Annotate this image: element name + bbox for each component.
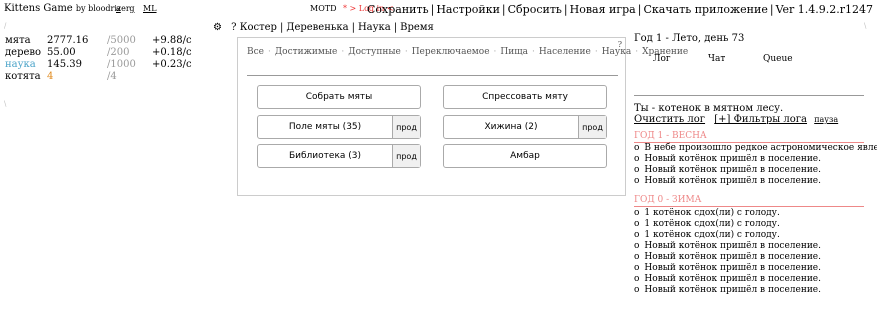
corner-mark: / bbox=[4, 22, 7, 30]
tab-chat[interactable]: Чат bbox=[708, 54, 725, 64]
version-text: Ver 1.4.9.2.r1247 bbox=[775, 3, 873, 16]
resource-name[interactable]: мята bbox=[5, 35, 31, 46]
tab-time[interactable]: Время bbox=[400, 22, 434, 33]
top-links: a g ML bbox=[116, 4, 163, 13]
pause-link[interactable]: пауза bbox=[814, 115, 838, 124]
resource-rate: +0.23/с bbox=[152, 59, 192, 70]
building-filters: Все · Достижимые · Доступные · Переключаемое · П… bbox=[247, 47, 689, 57]
corner-mark: \ bbox=[4, 100, 7, 108]
button-label: Собрать мяты bbox=[305, 92, 373, 102]
intro-message: Ты - котенок в мятном лесу. bbox=[634, 103, 784, 114]
settings-link[interactable]: Настройки bbox=[436, 3, 500, 16]
log-list: 1 котёнок сдох(ли) с голоду. 1 котёнок с… bbox=[634, 208, 874, 296]
filter-science[interactable]: Наука bbox=[602, 47, 632, 57]
resource-value: 4 bbox=[47, 71, 54, 82]
log-entry: Новый котёнок пришёл в поселение. bbox=[634, 241, 874, 252]
log-entry: Новый котёнок пришёл в поселение. bbox=[634, 252, 874, 263]
button-label: Спрессовать мяту bbox=[482, 92, 568, 102]
title-text: Kittens Game bbox=[4, 3, 73, 14]
tab-bonfire[interactable]: Костер bbox=[240, 22, 277, 33]
filter-food[interactable]: Пища bbox=[500, 47, 528, 57]
hut-button[interactable]: Хижина (2) прод bbox=[443, 115, 607, 139]
log-list: В небе произошло редкое астрономическое … bbox=[634, 143, 877, 187]
log-filters-link[interactable]: [+] Фильтры лога bbox=[714, 114, 807, 125]
filter-reachable[interactable]: Достижимые bbox=[275, 47, 338, 57]
resource-value: 55.00 bbox=[47, 47, 76, 58]
link-ml[interactable]: ML bbox=[143, 4, 157, 13]
log-controls: Очистить лог [+] Фильтры лога пауза bbox=[634, 114, 838, 125]
game-title: Kittens Game by bloodrizer bbox=[4, 3, 130, 14]
catnip-field-button[interactable]: Поле мяты (35) прод bbox=[257, 115, 421, 139]
button-label: Библиотека (3) bbox=[288, 151, 362, 161]
help-link[interactable]: ? bbox=[231, 22, 236, 33]
log-entry: Новый котёнок пришёл в поселение. bbox=[634, 285, 874, 296]
link-a[interactable]: a bbox=[116, 4, 121, 13]
resource-max: /200 bbox=[107, 47, 130, 58]
tab-science[interactable]: Наука bbox=[358, 22, 391, 33]
resource-rate: +9.88/с bbox=[152, 35, 192, 46]
buildings-panel: ? Все · Достижимые · Доступные · Переключаемое… bbox=[237, 37, 689, 196]
button-label: Амбар bbox=[510, 151, 540, 161]
tab-queue[interactable]: Queue bbox=[763, 54, 793, 64]
library-button[interactable]: Библиотека (3) прод bbox=[257, 144, 421, 168]
filter-togglable[interactable]: Переключаемое bbox=[412, 47, 490, 57]
barn-button[interactable]: Амбар bbox=[443, 144, 607, 168]
resource-table: мята 2777.16 /5000 +9.88/с дерево 55.00 … bbox=[5, 35, 225, 83]
refine-catnip-button[interactable]: Спрессовать мяту bbox=[443, 85, 607, 109]
log-year-header: ГОД 1 - ВЕСНА bbox=[634, 131, 864, 143]
resource-row: мята 2777.16 /5000 +9.88/с bbox=[5, 35, 225, 47]
button-label: Поле мяты (35) bbox=[288, 122, 362, 132]
resource-value: 2777.16 bbox=[47, 35, 89, 46]
save-link[interactable]: Сохранить bbox=[367, 3, 429, 16]
log-entry: Новый котёнок пришёл в поселение. bbox=[634, 274, 874, 285]
resource-max: /1000 bbox=[107, 59, 136, 70]
resource-row: наука 145.39 /1000 +0.23/с bbox=[5, 59, 225, 71]
top-bar: Kittens Game by bloodrizer a g ML MOTD *… bbox=[0, 0, 877, 20]
log-entry: 1 котёнок сдох(ли) с голоду. bbox=[634, 219, 874, 230]
gear-icon[interactable]: ⚙ bbox=[213, 22, 222, 33]
gather-catnip-button[interactable]: Собрать мяты bbox=[257, 85, 421, 109]
tab-log[interactable]: Лог bbox=[653, 54, 671, 64]
log-year-header: ГОД 0 - ЗИМА bbox=[634, 195, 864, 207]
sell-button[interactable]: прод bbox=[392, 116, 420, 138]
sell-button[interactable]: прод bbox=[578, 116, 606, 138]
resource-name[interactable]: дерево bbox=[5, 47, 41, 58]
resource-rate: +0.18/с bbox=[152, 47, 192, 58]
resource-row: котята 4 /4 bbox=[5, 71, 225, 83]
log-entry: 1 котёнок сдох(ли) с голоду. bbox=[634, 208, 874, 219]
resource-name[interactable]: наука bbox=[5, 59, 36, 70]
log-entry: Новый котёнок пришёл в поселение. bbox=[634, 154, 874, 165]
top-menu: Сохранить | Настройки | Сбросить | Новая игра |… bbox=[367, 3, 873, 16]
tab-village[interactable]: Деревенька bbox=[286, 22, 348, 33]
resource-max: /5000 bbox=[107, 35, 136, 46]
log-entry: 1 котёнок сдох(ли) с голоду. bbox=[634, 230, 874, 241]
main-tabs: ⚙ ? Костер | Деревенька | Наука | Время bbox=[213, 22, 434, 33]
reset-link[interactable]: Сбросить bbox=[508, 3, 562, 16]
download-app-link[interactable]: Скачать приложение bbox=[643, 3, 767, 16]
resource-name[interactable]: котята bbox=[5, 71, 41, 82]
log-entry: Новый котёнок пришёл в поселение. bbox=[634, 165, 874, 176]
filter-population[interactable]: Население bbox=[539, 47, 591, 57]
log-entry: Новый котёнок пришёл в поселение. bbox=[634, 176, 874, 187]
divider bbox=[247, 75, 618, 76]
link-g[interactable]: g bbox=[129, 4, 134, 13]
filter-available[interactable]: Доступные bbox=[348, 47, 401, 57]
season-calendar: Год 1 - Лето, день 73 bbox=[634, 33, 745, 44]
filter-all[interactable]: Все bbox=[247, 47, 264, 57]
divider bbox=[634, 95, 864, 96]
sell-button[interactable]: прод bbox=[392, 145, 420, 167]
resource-max: /4 bbox=[107, 71, 117, 82]
resource-row: дерево 55.00 /200 +0.18/с bbox=[5, 47, 225, 59]
clear-log-link[interactable]: Очистить лог bbox=[634, 114, 705, 125]
button-label: Хижина (2) bbox=[484, 122, 538, 132]
log-entry: В небе произошло редкое астрономическое … bbox=[634, 143, 877, 154]
resource-value: 145.39 bbox=[47, 59, 82, 70]
corner-mark: \ bbox=[864, 22, 867, 30]
motd-link[interactable]: MOTD bbox=[310, 4, 337, 13]
log-entry: Новый котёнок пришёл в поселение. bbox=[634, 263, 874, 274]
new-game-link[interactable]: Новая игра bbox=[570, 3, 636, 16]
